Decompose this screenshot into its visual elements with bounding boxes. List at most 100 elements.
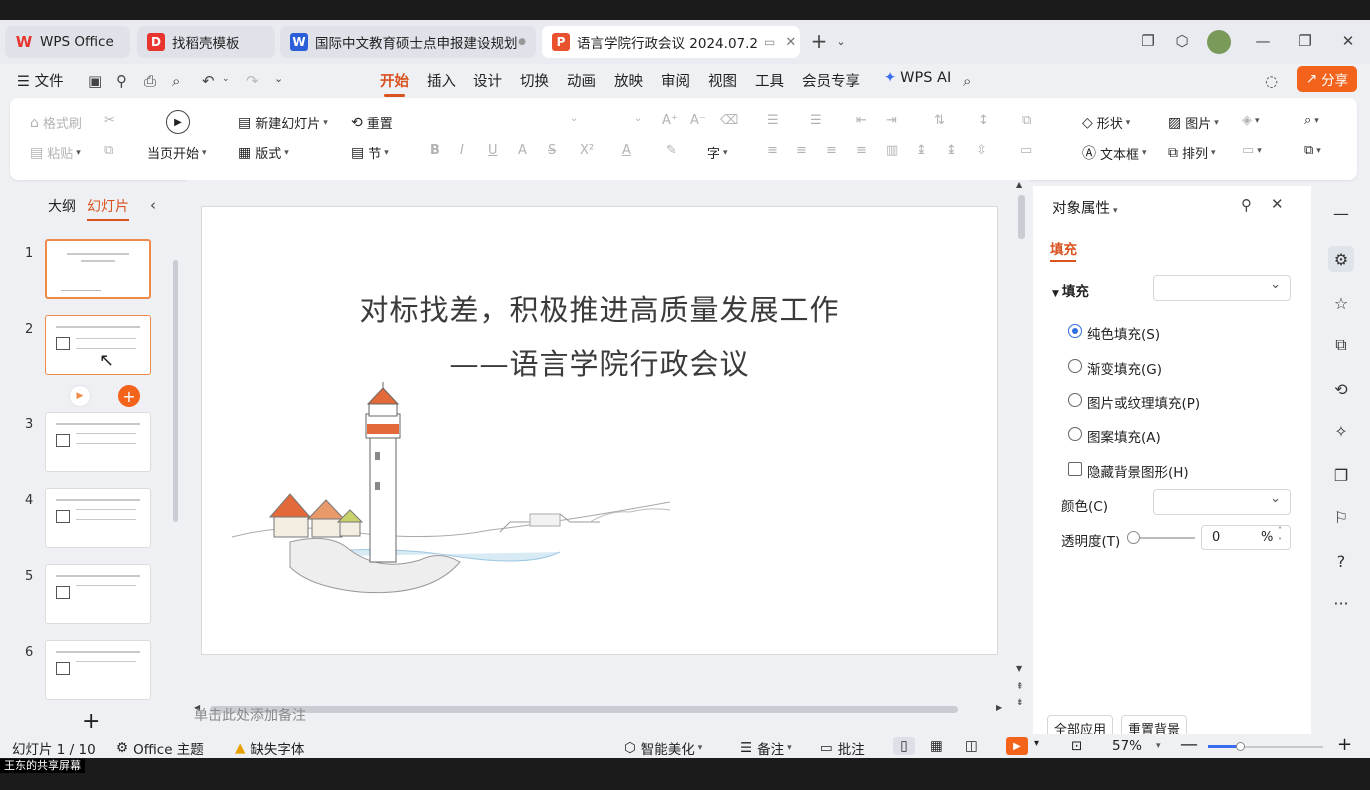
help-icon[interactable]: ?	[1328, 548, 1354, 574]
font-name-dropdown[interactable]: ⌄	[570, 113, 578, 124]
bullet-list-icon[interactable]: ☰	[767, 113, 779, 128]
outline-icon[interactable]: ▭ ▾	[1242, 143, 1262, 158]
image-tools-icon[interactable]: ⟲	[1328, 376, 1354, 402]
share-button[interactable]: ↗ 分享	[1297, 66, 1357, 92]
prev-slide-icon[interactable]: ⇞	[1016, 682, 1024, 692]
slideshow-play-icon[interactable]: ▶	[1006, 737, 1028, 755]
arrange-button[interactable]: ⧉ 排列 ▾	[1168, 143, 1216, 163]
increase-font-icon[interactable]: A⁺	[662, 113, 678, 128]
shadow-icon[interactable]: A	[518, 143, 527, 158]
tab-docer-templates[interactable]: D 找稻壳模板	[137, 26, 275, 58]
text-direction-icon[interactable]: ⇅	[934, 113, 945, 128]
clear-format-icon[interactable]: ⌫	[720, 113, 738, 128]
textbox-button[interactable]: Ⓐ 文本框 ▾	[1082, 143, 1147, 163]
pattern-fill-radio[interactable]	[1068, 427, 1082, 441]
new-slide-button[interactable]: ▤ 新建幻灯片 ▾	[238, 113, 328, 133]
para-spacing-icon[interactable]: ↨	[916, 143, 927, 158]
picture-fill-radio[interactable]	[1068, 393, 1082, 407]
reset-button[interactable]: ⟲ 重置	[351, 113, 393, 133]
tab-word-document[interactable]: W 国际中文教育硕士点申报建设规划 ●	[280, 26, 536, 58]
search-icon[interactable]: ⌕	[963, 72, 971, 90]
slide-thumbnail-4[interactable]	[45, 488, 151, 548]
gradient-fill-radio[interactable]	[1068, 359, 1082, 373]
vertical-align-icon[interactable]: ⇳	[976, 143, 987, 158]
collapse-strip-icon[interactable]: —	[1328, 200, 1354, 226]
tab-slides[interactable]: 幻灯片	[87, 196, 129, 221]
section-button[interactable]: ▤ 节 ▾	[351, 143, 389, 163]
navigator-scrollbar[interactable]	[173, 260, 178, 522]
menu-view[interactable]: 视图	[708, 70, 737, 91]
comments-button[interactable]: ▭ 批注	[820, 738, 865, 758]
close-tab-icon[interactable]: ✕	[785, 35, 796, 50]
slide-thumbnail-3[interactable]	[45, 412, 151, 472]
slide-sorter-icon[interactable]: ▦	[930, 738, 943, 754]
layout-button[interactable]: ▦ 版式 ▾	[238, 143, 289, 163]
next-slide-icon[interactable]: ⇟	[1016, 698, 1024, 708]
slide-thumbnail-6[interactable]	[45, 640, 151, 700]
undo-icon[interactable]: ↶	[202, 72, 215, 90]
more-icon[interactable]: ···	[1328, 590, 1354, 616]
pin-icon[interactable]: ⚲	[1241, 196, 1252, 214]
columns-icon[interactable]: ▥	[886, 143, 898, 158]
wps-ai-button[interactable]: ✦ WPS AI	[884, 70, 951, 86]
highlight-icon[interactable]: ✎	[666, 143, 677, 158]
normal-view-icon[interactable]: ▯	[893, 737, 915, 755]
collapse-pane-icon[interactable]: ‹	[150, 196, 156, 214]
zoom-slider-thumb[interactable]	[1236, 742, 1245, 751]
slide-subtitle[interactable]: ——语言学院行政会议	[202, 341, 997, 383]
menu-design[interactable]: 设计	[473, 70, 502, 91]
fill-section-header[interactable]: ▼ 填充	[1052, 280, 1089, 300]
fill-type-dropdown[interactable]	[1153, 275, 1291, 301]
menu-home[interactable]: 开始	[380, 70, 409, 97]
cube-icon[interactable]: ⬡	[1171, 30, 1193, 52]
transparency-slider-track[interactable]	[1133, 537, 1195, 539]
slideshow-dropdown-icon[interactable]: ▾	[1034, 738, 1039, 749]
zoom-out-icon[interactable]: —	[1180, 734, 1198, 755]
add-slide-button[interactable]: +	[82, 709, 100, 734]
tab-presentation[interactable]: P 语言学院行政会议 2024.07.2 ▭ ✕	[542, 26, 800, 58]
save-icon[interactable]: ▣	[88, 72, 102, 90]
redo-icon[interactable]: ↷	[246, 72, 259, 90]
copy-icon[interactable]: ⧉	[104, 143, 113, 158]
close-pane-icon[interactable]: ✕	[1271, 195, 1284, 213]
text-box-align-icon[interactable]: ▭	[1020, 143, 1032, 158]
transparency-slider-thumb[interactable]	[1127, 531, 1140, 544]
minimize-icon[interactable]: —	[1252, 30, 1274, 52]
strikethrough-icon[interactable]: S	[548, 143, 556, 158]
window-restore-icon[interactable]: ❐	[1137, 30, 1159, 52]
menu-transition[interactable]: 切换	[520, 70, 549, 91]
scroll-right-icon[interactable]: ▶	[996, 703, 1002, 712]
convert-smartart-icon[interactable]: ⧉	[1022, 113, 1031, 128]
scroll-up-icon[interactable]: ▲	[1016, 180, 1022, 189]
reading-view-icon[interactable]: ◫	[965, 738, 978, 754]
spinner-up-icon[interactable]: ˄	[1278, 526, 1282, 535]
tab-list-chevron-icon[interactable]: ⌄	[830, 30, 852, 52]
bold-icon[interactable]: B	[430, 143, 440, 158]
slide-thumbnail-1[interactable]	[45, 239, 151, 299]
decrease-font-icon[interactable]: A⁻	[690, 113, 706, 128]
play-from-current-button[interactable]: 当页开始 ▾	[147, 143, 207, 162]
phonetic-icon[interactable]: 字 ▾	[707, 143, 728, 162]
find-icon[interactable]: ⌕ ▾	[1304, 113, 1319, 128]
solid-fill-radio[interactable]	[1068, 324, 1082, 338]
align-center-icon[interactable]: ≡	[796, 143, 807, 158]
decrease-indent-icon[interactable]: ⇤	[856, 113, 867, 128]
format-painter-button[interactable]: ⌂ 格式刷	[30, 113, 82, 133]
cut-icon[interactable]: ✂	[104, 113, 115, 128]
canvas-vertical-scrollbar[interactable]	[1018, 195, 1025, 239]
properties-icon[interactable]: ⚙	[1328, 246, 1354, 272]
justify-icon[interactable]: ≡	[856, 143, 867, 158]
tab-outline[interactable]: 大纲	[48, 196, 76, 216]
play-slide-icon[interactable]: ▶	[70, 386, 90, 406]
transparency-input[interactable]: 0 % ˄ ˅	[1201, 525, 1291, 550]
align-right-icon[interactable]: ≡	[826, 143, 837, 158]
add-after-icon[interactable]: +	[118, 385, 140, 407]
tab-wps-office[interactable]: W WPS Office	[5, 26, 130, 58]
maximize-icon[interactable]: ❐	[1294, 30, 1316, 52]
fill-color-icon[interactable]: ◈ ▾	[1242, 113, 1260, 128]
theme-button[interactable]: ⚙ Office 主题	[116, 738, 204, 758]
canvas-horizontal-scrollbar[interactable]	[210, 706, 958, 713]
underline-icon[interactable]: U	[488, 143, 498, 158]
menu-animation[interactable]: 动画	[567, 70, 596, 91]
undo-dropdown-icon[interactable]: ⌄	[222, 74, 230, 84]
